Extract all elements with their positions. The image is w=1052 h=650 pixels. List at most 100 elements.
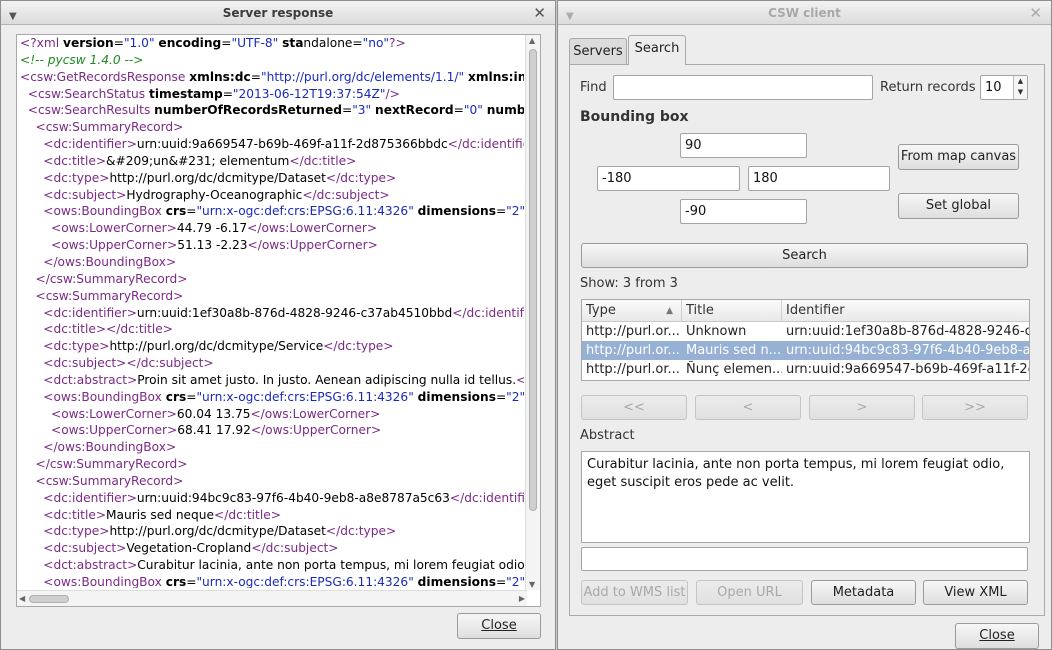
horizontal-scrollbar[interactable]: ◀ ▶ [17, 590, 527, 606]
xml-line: <ows:LowerCorner>60.04 13.75</ows:LowerC… [20, 406, 524, 423]
previous-page-button[interactable]: < [695, 395, 801, 420]
xml-token-tag: </ows:BoundingBox> [20, 254, 177, 269]
xml-line: <csw:SearchStatus timestamp="2013-06-12T… [20, 86, 524, 103]
xml-line: <dct:abstract>Proin sit amet justo. In j… [20, 372, 524, 389]
metadata-button[interactable]: Metadata [811, 580, 916, 605]
xml-token-tag: <dc:type> [20, 524, 110, 539]
last-page-button[interactable]: >> [922, 395, 1028, 420]
csw-client-window: ▼ CSW client ✕ Servers Search Find Retur… [557, 0, 1052, 650]
open-url-button[interactable]: Open URL [696, 580, 803, 605]
xml-token-txt: &#209;un&#231; elementum [106, 153, 290, 168]
title-bar: ▼ CSW client ✕ [558, 1, 1051, 25]
xml-response-view[interactable]: <?xml version="1.0" encoding="UTF-8" sta… [16, 34, 541, 607]
xml-line: </ows:BoundingBox> [20, 254, 524, 271]
tab-search[interactable]: Search [628, 35, 686, 65]
cell-identifier: urn:uuid:1ef30a8b-876d-4828-9246-c3... [786, 324, 1030, 339]
scroll-thumb[interactable] [529, 49, 537, 511]
xml-line: <dc:subject>Hydrography-Oceanographic</d… [20, 187, 524, 204]
xml-token-tag: </ows:LowerCorner> [247, 221, 378, 236]
xml-token-tag: </dc:identifier> [452, 305, 524, 320]
window-close-icon[interactable]: ✕ [1029, 1, 1042, 25]
xml-token-attr: numberOfRecordsReturned [154, 103, 342, 118]
window-menu-icon[interactable]: ▼ [9, 5, 17, 29]
results-table[interactable]: Type ▲ Title Identifier http://purl.or..… [581, 299, 1030, 381]
xml-token-txt: = [495, 575, 507, 588]
abstract-text[interactable]: Curabitur lacinia, ante non porta tempus… [581, 451, 1030, 543]
close-button[interactable]: Close [457, 613, 541, 639]
xml-token-tag: </dc:subject> [251, 541, 339, 556]
column-header-identifier[interactable]: Identifier [782, 300, 1029, 322]
xml-token-tag: </dc:title> [289, 153, 357, 168]
scroll-up-icon[interactable]: ▲ [529, 36, 535, 45]
xml-line: </ows:BoundingBox> [20, 439, 524, 456]
column-header-title[interactable]: Title [682, 300, 782, 322]
xml-token-txt: urn:uuid:94bc9c83-97f6-4b40-9eb8-a8e8787… [136, 490, 450, 505]
find-input[interactable] [613, 75, 873, 100]
xml-line: <dc:subject></dc:subject> [20, 355, 524, 372]
spin-buttons[interactable]: ▲ ▼ [1013, 76, 1027, 99]
tab-search-label: Search [634, 41, 680, 56]
xml-token-txt: http://purl.org/dc/dcmitype/Service [109, 339, 324, 354]
spin-down-icon[interactable]: ▼ [1014, 87, 1027, 98]
xml-token-attr: timestamp [149, 86, 223, 101]
bbox-west-input[interactable]: -180 [597, 166, 740, 191]
cell-type: http://purl.or... [586, 324, 680, 339]
view-xml-button[interactable]: View XML [923, 580, 1028, 605]
table-row[interactable]: http://purl.or... Ñunç elemen... urn:uui… [582, 360, 1029, 379]
xml-token-txt: = [186, 575, 197, 588]
xml-line: <dc:type>http://purl.org/dc/dcmitype/Dat… [20, 523, 524, 540]
xml-token-tag: <ows:LowerCorner> [20, 221, 177, 236]
from-map-canvas-button[interactable]: From map canvas [898, 144, 1019, 170]
bbox-south-input[interactable]: -90 [680, 199, 807, 224]
xml-line: <ows:BoundingBox crs="urn:x-ogc:def:crs:… [20, 203, 524, 220]
xml-token-txt: Curabitur lacinia, ante non porta tempus… [137, 558, 524, 573]
table-row-selected[interactable]: http://purl.or... Mauris sed n... urn:uu… [582, 341, 1029, 360]
scroll-left-icon[interactable]: ◀ [19, 594, 25, 603]
tab-servers[interactable]: Servers [569, 38, 627, 65]
xml-token-tag: ?> [389, 36, 406, 50]
xml-line: <dc:identifier>urn:uuid:9a669547-b69b-46… [20, 136, 524, 153]
vertical-scrollbar[interactable]: ▲ ▼ [525, 35, 540, 590]
scroll-thumb-horizontal[interactable] [29, 595, 69, 603]
xml-line: <dc:identifier>urn:uuid:1ef30a8b-876d-48… [20, 305, 524, 322]
xml-token-txt: http://purl.org/dc/dcmitype/Dataset [109, 170, 326, 185]
next-page-button[interactable]: > [809, 395, 915, 420]
xml-line: </csw:SummaryRecord> [20, 271, 524, 288]
column-header-type[interactable]: Type ▲ [582, 300, 682, 322]
set-global-button[interactable]: Set global [898, 193, 1019, 219]
bbox-east-input[interactable]: 180 [748, 166, 890, 191]
xml-token-tag: </dc:type> [325, 170, 397, 185]
table-row[interactable]: http://purl.or... Unknown urn:uuid:1ef30… [582, 322, 1029, 341]
url-field[interactable] [581, 547, 1028, 571]
xml-token-attr: version [63, 36, 114, 50]
xml-token-txt: Mauris sed neque [106, 507, 215, 522]
window-menu-icon[interactable]: ▼ [566, 5, 574, 29]
xml-line: <!-- pycsw 1.4.0 --> [20, 52, 524, 69]
xml-token-tag: <csw:GetRecordsResponse [20, 69, 190, 84]
xml-token-tag: </ows:UpperCorner> [250, 423, 382, 438]
window-title: CSW client [768, 6, 841, 20]
sort-ascending-icon: ▲ [666, 306, 673, 316]
add-to-wms-list-button[interactable]: Add to WMS list [581, 580, 688, 605]
xml-token-tag: <csw:SummaryRecord> [20, 120, 184, 135]
xml-line: <dc:title>&#209;un&#231; elementum</dc:t… [20, 153, 524, 170]
xml-token-tag: <dct:abstract> [20, 558, 138, 573]
xml-line: <dc:title>Mauris sed neque</dc:title> [20, 507, 524, 524]
xml-line: <csw:GetRecordsResponse xmlns:dc="http:/… [20, 69, 524, 86]
xml-text: <?xml version="1.0" encoding="UTF-8" sta… [20, 35, 524, 588]
scroll-right-icon[interactable]: ▶ [519, 594, 525, 603]
search-button[interactable]: Search [581, 243, 1028, 268]
close-button-label: Close [979, 628, 1015, 643]
xml-token-tag: <dc:identifier> [20, 305, 137, 320]
abstract-label: Abstract [580, 428, 635, 443]
xml-token-txt: 44.79 -6.17 [176, 221, 248, 236]
window-close-icon[interactable]: ✕ [533, 1, 546, 25]
close-button[interactable]: Close [955, 623, 1039, 649]
bbox-north-input[interactable]: 90 [680, 133, 807, 158]
scroll-down-icon[interactable]: ▼ [529, 580, 535, 589]
return-records-spinbox[interactable]: 10 ▲ ▼ [980, 75, 1028, 100]
xml-line: <dct:abstract>Curabitur lacinia, ante no… [20, 557, 524, 574]
spin-up-icon[interactable]: ▲ [1014, 76, 1027, 87]
first-page-button[interactable]: << [581, 395, 687, 420]
column-title-label: Title [686, 303, 714, 318]
